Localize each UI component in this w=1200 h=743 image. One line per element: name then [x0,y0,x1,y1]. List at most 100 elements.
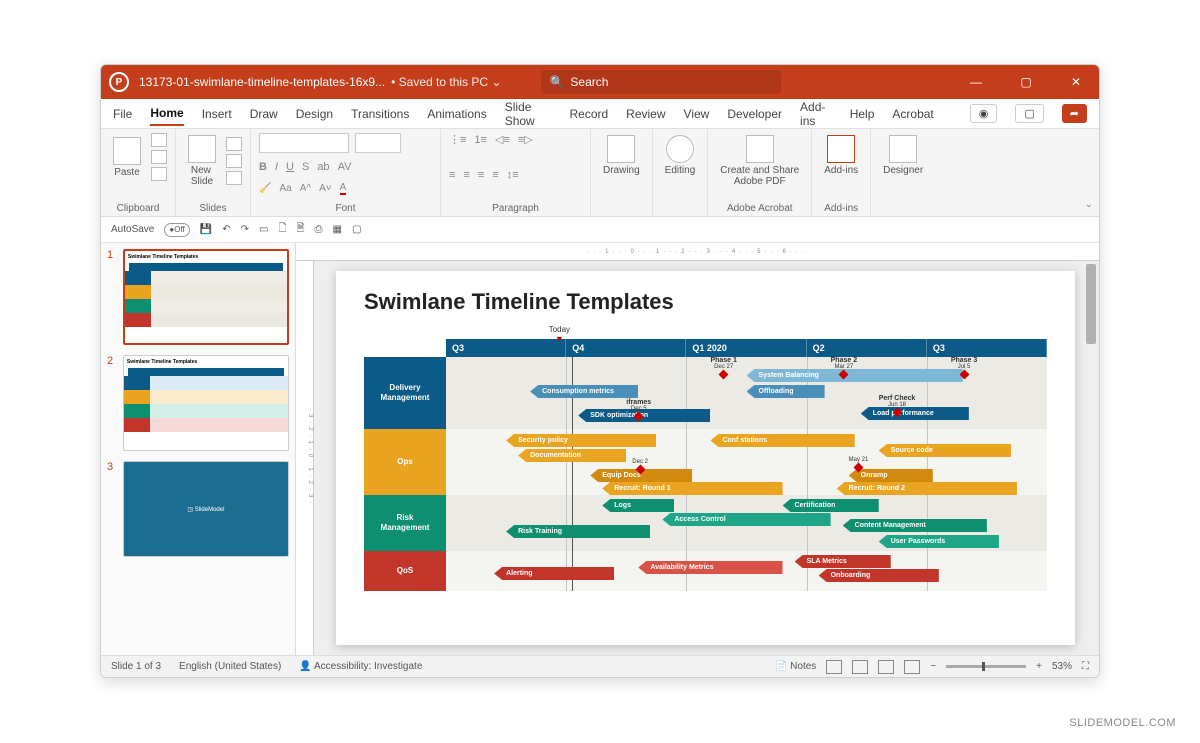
gantt-bar[interactable]: Risk Training [506,525,650,538]
gantt-bar[interactable]: Recruit: Round 1 [602,482,782,495]
autosave-toggle[interactable]: ● Off [164,223,189,237]
lane-header[interactable]: Delivery Management [364,357,446,429]
thumbnail-2[interactable]: Swimlane Timeline Templates [123,355,289,451]
change-case-button[interactable]: Aa [279,183,291,194]
tab-file[interactable]: File [113,103,132,125]
zoom-level[interactable]: 53% [1052,661,1072,672]
gantt-bar[interactable]: Security policy [506,434,656,447]
language-button[interactable]: English (United States) [179,661,281,672]
drawing-button[interactable]: Drawing [599,133,644,178]
tab-insert[interactable]: Insert [202,103,232,125]
paste-button[interactable]: Paste [109,135,145,180]
font-select[interactable] [259,133,349,153]
gantt-bar[interactable]: User Passwords [879,535,999,548]
tab-animations[interactable]: Animations [427,103,486,125]
record-button[interactable]: ◉ [970,104,998,123]
milestone[interactable]: Perf CheckJun 18 [879,395,916,417]
file-name[interactable]: 13173-01-swimlane-timeline-templates-16x… [139,75,385,89]
gantt-bar[interactable]: Conf stations [710,434,854,447]
gantt-bar[interactable]: SLA Metrics [795,555,891,568]
align-center-button[interactable]: ≡ [463,169,469,181]
tab-transitions[interactable]: Transitions [351,103,409,125]
tab-view[interactable]: View [684,103,710,125]
redo-button[interactable]: ↷ [241,224,249,235]
gantt-bar[interactable]: Source code [879,444,1011,457]
italic-button[interactable]: I [275,161,278,173]
vertical-scrollbar[interactable] [1085,263,1097,645]
layout-icon[interactable] [226,137,242,151]
reading-view-button[interactable] [878,660,894,674]
copy-icon[interactable] [151,150,167,164]
shrink-font-button[interactable]: A˅ [319,183,332,194]
gantt-bar[interactable]: Certification [783,499,879,512]
tab-developer[interactable]: Developer [727,103,782,125]
zoom-slider[interactable] [946,665,1026,668]
minimize-button[interactable]: — [961,75,991,89]
underline-button[interactable]: U [286,161,294,173]
search-input[interactable]: 🔍 Search [541,70,781,94]
qat-icon[interactable]: ▭ [259,224,268,235]
tab-slide-show[interactable]: Slide Show [505,96,552,132]
adobe-pdf-button[interactable]: Create and Share Adobe PDF [716,133,803,189]
designer-button[interactable]: Designer [879,133,927,178]
tab-draw[interactable]: Draw [250,103,278,125]
tab-record[interactable]: Record [569,103,608,125]
share-button[interactable]: ➦ [1062,104,1087,123]
save-icon[interactable]: 💾 [200,224,212,235]
gantt-bar[interactable]: Consumption metrics [530,385,638,398]
qat-icon[interactable]: ▦ [333,224,342,235]
zoom-out-button[interactable]: − [930,661,936,672]
thumbnail-3[interactable]: ◳ SlideModel [123,461,289,557]
lane-header[interactable]: Ops [364,429,446,495]
line-spacing-button[interactable]: ↕≡ [507,169,519,181]
gantt-bar[interactable]: Onboarding [819,569,939,582]
align-right-button[interactable]: ≡ [478,169,484,181]
indent-dec-button[interactable]: ◁≡ [495,133,510,146]
slideshow-button[interactable] [904,660,920,674]
collapse-ribbon-button[interactable]: ⌄ [935,129,1099,216]
tab-add-ins[interactable]: Add-ins [800,96,832,132]
milestone[interactable]: Phase 3Jul 5 [951,357,977,379]
accessibility-button[interactable]: 👤 Accessibility: Investigate [299,661,422,672]
qat-icon[interactable]: ▢ [352,224,361,235]
cut-icon[interactable] [151,133,167,147]
tab-home[interactable]: Home [150,102,183,126]
gantt-bar[interactable]: Access Control [662,513,830,526]
slide-counter[interactable]: Slide 1 of 3 [111,661,161,672]
editing-button[interactable]: Editing [661,133,700,178]
shadow-button[interactable]: ab [317,161,329,173]
milestone[interactable]: iframesDec 5 [626,399,651,421]
new-slide-button[interactable]: New Slide [184,133,220,189]
sorter-view-button[interactable] [852,660,868,674]
zoom-in-button[interactable]: + [1036,661,1042,672]
addins-button[interactable]: Add-ins [820,133,862,178]
tab-acrobat[interactable]: Acrobat [892,103,933,125]
milestone[interactable]: May 21 [849,457,869,472]
undo-button[interactable]: ↶ [222,224,230,235]
lane-header[interactable]: QoS [364,551,446,591]
char-spacing-button[interactable]: AV [338,161,352,173]
fit-button[interactable]: ⛶ [1082,661,1089,672]
milestone[interactable]: Phase 2Mar 27 [831,357,857,379]
gantt-bar[interactable]: Availability Metrics [638,561,782,574]
grow-font-button[interactable]: A^ [300,183,311,194]
indent-inc-button[interactable]: ≡▷ [518,133,533,146]
align-left-button[interactable]: ≡ [449,169,455,181]
numbering-button[interactable]: 1≡ [474,134,487,146]
tab-review[interactable]: Review [626,103,665,125]
milestone[interactable]: Dec 2 [632,459,648,474]
justify-button[interactable]: ≡ [492,169,498,181]
normal-view-button[interactable] [826,660,842,674]
qat-icon[interactable]: 🗎 [296,221,304,238]
milestone[interactable]: Phase 1Dec 27 [710,357,736,379]
bullets-button[interactable]: ⋮≡ [449,133,466,146]
strike-button[interactable]: S [302,161,309,173]
bold-button[interactable]: B [259,161,267,173]
present-button[interactable]: ▢ [1015,104,1043,123]
slide-canvas[interactable]: Swimlane Timeline Templates Today ▼ Q3Q4… [336,271,1075,645]
qat-icon[interactable]: 🗋 [278,221,286,238]
tab-help[interactable]: Help [850,103,875,125]
gantt-bar[interactable]: Offloading [747,385,825,398]
thumbnail-1[interactable]: Swimlane Timeline Templates [123,249,289,345]
reset-icon[interactable] [226,154,242,168]
